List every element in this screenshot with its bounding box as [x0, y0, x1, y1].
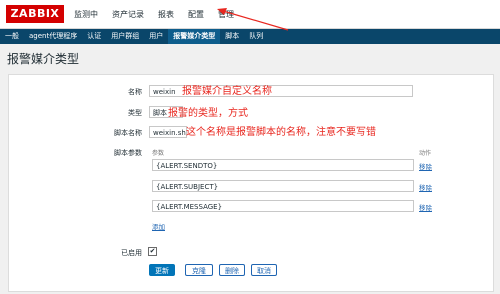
annotation-arrow-icon — [217, 8, 289, 31]
